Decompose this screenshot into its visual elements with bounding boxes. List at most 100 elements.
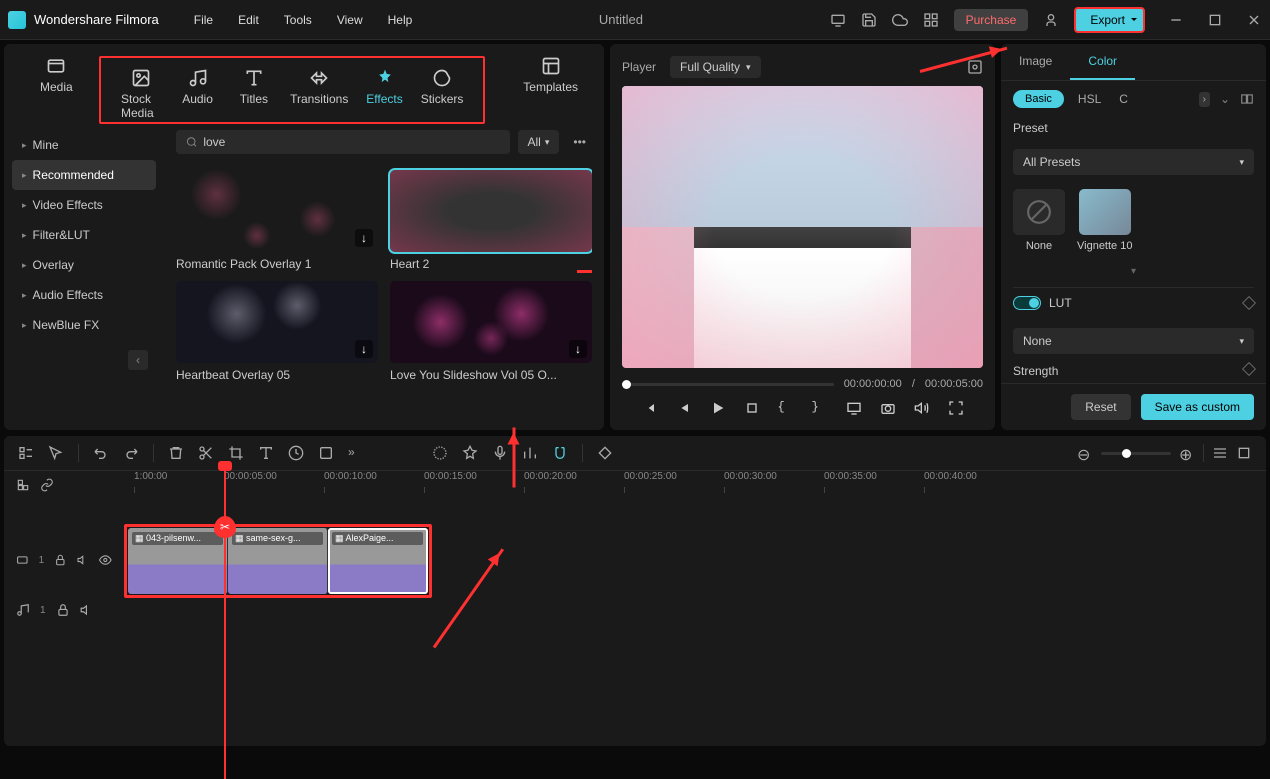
gallery-thumb[interactable]: ↓ Love You Slideshow Vol 05 O...: [390, 281, 592, 382]
display-icon[interactable]: [846, 400, 862, 416]
sidebar-item-overlay[interactable]: Overlay: [12, 250, 156, 280]
grid-icon[interactable]: [923, 12, 939, 28]
zoom-out-icon[interactable]: ⊖: [1077, 445, 1093, 461]
gallery-thumb[interactable]: Heart 2: [390, 170, 592, 271]
gallery-thumb[interactable]: ↓ Romantic Pack Overlay 1: [176, 170, 378, 271]
preset-dropdown[interactable]: All Presets▾: [1013, 149, 1254, 175]
expand-presets-icon[interactable]: ▾: [1013, 266, 1254, 277]
gallery-thumb[interactable]: ↓ Heartbeat Overlay 05: [176, 281, 378, 382]
tab-stickers[interactable]: Stickers: [413, 66, 472, 122]
visibility-icon[interactable]: [99, 553, 112, 567]
expand-icon[interactable]: ⌄: [1220, 92, 1230, 106]
volume-icon[interactable]: [914, 400, 930, 416]
play-backward-icon[interactable]: [676, 400, 692, 416]
timeline-clip[interactable]: ▦ 043-pilsenw...: [128, 528, 228, 594]
menu-file[interactable]: File: [194, 13, 213, 27]
reset-button[interactable]: Reset: [1071, 394, 1130, 420]
download-icon[interactable]: ↓: [569, 340, 587, 358]
filter-dropdown[interactable]: All▾: [518, 130, 560, 154]
play-icon[interactable]: [710, 400, 726, 416]
device-icon[interactable]: [830, 12, 846, 28]
split-icon[interactable]: [198, 445, 214, 461]
user-icon[interactable]: [1043, 12, 1059, 28]
stop-icon[interactable]: [744, 400, 760, 416]
keyframe-icon[interactable]: [1242, 296, 1256, 310]
sidebar-item-mine[interactable]: Mine: [12, 130, 156, 160]
snap-icon[interactable]: [552, 445, 568, 461]
maximize-icon[interactable]: [1207, 12, 1223, 28]
tab-audio[interactable]: Audio: [169, 66, 225, 122]
sidebar-item-recommended[interactable]: Recommended: [12, 160, 156, 190]
keyframe-tool-icon[interactable]: [597, 445, 613, 461]
view-options-icon[interactable]: [1212, 445, 1228, 461]
compare-icon[interactable]: [1240, 92, 1254, 106]
track-options-icon[interactable]: [16, 478, 30, 492]
menu-tools[interactable]: Tools: [284, 13, 312, 27]
lut-toggle[interactable]: [1013, 296, 1041, 310]
sidebar-item-audio-effects[interactable]: Audio Effects: [12, 280, 156, 310]
mark-out-icon[interactable]: }: [812, 400, 828, 416]
lock-icon[interactable]: [54, 553, 67, 567]
select-tool-icon[interactable]: [48, 445, 64, 461]
subtab-basic[interactable]: Basic: [1013, 90, 1064, 108]
export-button[interactable]: Export: [1074, 7, 1145, 33]
download-icon[interactable]: ↓: [355, 340, 373, 358]
keyframe-icon[interactable]: [1242, 362, 1256, 376]
timeline-clip[interactable]: ▦ same-sex-g...: [228, 528, 328, 594]
more-tools-icon[interactable]: »: [348, 445, 364, 461]
menu-help[interactable]: Help: [388, 13, 413, 27]
lock-icon[interactable]: [56, 603, 70, 617]
zoom-in-icon[interactable]: ⊕: [1179, 445, 1195, 461]
undo-icon[interactable]: [93, 445, 109, 461]
tab-media[interactable]: Media: [32, 54, 81, 96]
snapshot-settings-icon[interactable]: [967, 59, 983, 75]
timeline-clip[interactable]: ▦ AlexPaige...: [328, 528, 428, 594]
quality-dropdown[interactable]: Full Quality▾: [670, 56, 761, 78]
redo-icon[interactable]: [123, 445, 139, 461]
speed-icon[interactable]: [288, 445, 304, 461]
text-tool-icon[interactable]: [258, 445, 274, 461]
preview-viewport[interactable]: [622, 86, 983, 368]
mark-in-icon[interactable]: {: [778, 400, 794, 416]
download-icon[interactable]: ↓: [355, 229, 373, 247]
more-options-icon[interactable]: •••: [567, 135, 592, 149]
subtab-hsl[interactable]: HSL: [1074, 89, 1105, 109]
link-icon[interactable]: [40, 478, 54, 492]
sidebar-item-filter-lut[interactable]: Filter&LUT: [12, 220, 156, 250]
playhead[interactable]: ✂: [224, 461, 226, 779]
cut-marker-icon[interactable]: ✂: [214, 516, 236, 538]
save-icon[interactable]: [861, 12, 877, 28]
tab-titles[interactable]: Titles: [226, 66, 282, 122]
tab-templates[interactable]: Templates: [515, 54, 586, 96]
mute-icon[interactable]: [77, 553, 90, 567]
menu-edit[interactable]: Edit: [238, 13, 259, 27]
inspector-tab-color[interactable]: Color: [1070, 44, 1135, 80]
marker-icon[interactable]: [462, 445, 478, 461]
timeline-ruler[interactable]: 1:00:00 00:00:05:00 00:00:10:00 00:00:15…: [124, 471, 1266, 499]
voiceover-icon[interactable]: [492, 445, 508, 461]
timeline-settings-icon[interactable]: [1236, 445, 1252, 461]
tab-transitions[interactable]: Transitions: [282, 66, 356, 122]
sidebar-collapse-icon[interactable]: ‹: [128, 350, 148, 370]
zoom-slider[interactable]: [1101, 452, 1171, 455]
prev-frame-icon[interactable]: [642, 400, 658, 416]
lut-dropdown[interactable]: None▾: [1013, 328, 1254, 354]
preset-none[interactable]: None: [1013, 189, 1065, 252]
subtab-more-icon[interactable]: ›: [1199, 92, 1210, 107]
manage-tracks-icon[interactable]: [18, 445, 34, 461]
preset-vignette[interactable]: Vignette 10: [1077, 189, 1132, 252]
search-box[interactable]: [176, 130, 510, 154]
ai-icon[interactable]: [432, 445, 448, 461]
minimize-icon[interactable]: [1168, 12, 1184, 28]
crop-icon[interactable]: [228, 445, 244, 461]
inspector-tab-image[interactable]: Image: [1001, 44, 1070, 80]
mute-icon[interactable]: [80, 603, 94, 617]
search-input[interactable]: [203, 135, 499, 149]
delete-icon[interactable]: [168, 445, 184, 461]
close-icon[interactable]: [1246, 12, 1262, 28]
cloud-icon[interactable]: [892, 12, 908, 28]
tab-effects[interactable]: Effects: [356, 66, 412, 122]
menu-view[interactable]: View: [337, 13, 363, 27]
purchase-button[interactable]: Purchase: [954, 9, 1029, 31]
tab-stock-media[interactable]: Stock Media: [113, 66, 169, 122]
